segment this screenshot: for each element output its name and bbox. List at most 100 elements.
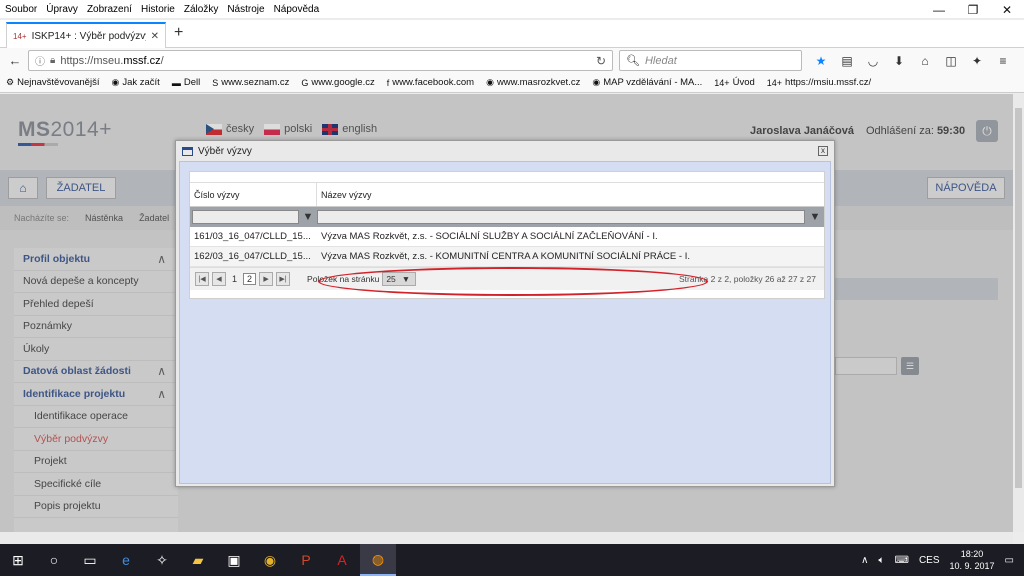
navigation-bar: ← ⓘ 🔒︎ https://mseu.mssf.cz/ ↻ 🔍︎ Hledat…: [0, 48, 1024, 73]
bookmark-icon: ▬: [171, 77, 181, 88]
bookmark-item[interactable]: 14+ Úvod: [714, 77, 754, 88]
menu-bar: Soubor Úpravy Zobrazení Historie Záložky Nást…: [0, 0, 1024, 18]
bookmark-label: Dell: [183, 77, 201, 88]
bookmark-label: www.google.cz: [311, 77, 375, 88]
bookmark-icon: G: [301, 77, 309, 88]
system-tray: ∧ 🔈︎ ⌨ CES 18:20 10. 9. 2017 ▭: [861, 544, 1024, 576]
windows-start-icon[interactable]: ⊞: [0, 544, 36, 576]
menu-item[interactable]: Záložky: [179, 4, 222, 15]
highlight-ellipse: [318, 267, 708, 296]
menu-icon[interactable]: ≡: [990, 50, 1016, 71]
bookmark-item[interactable]: Swww.seznam.cz: [212, 77, 289, 88]
bookmark-label: www.seznam.cz: [221, 77, 290, 88]
firefox-icon[interactable]: ◍: [360, 544, 396, 576]
table-row[interactable]: 161/03_16_047/CLLD_15... Výzva MAS Rozkvě…: [190, 227, 824, 247]
lock-icon: 🔒︎: [50, 55, 56, 66]
app-icon[interactable]: ✧: [144, 544, 180, 576]
bookmark-item[interactable]: ◉ www.masrozkvet.cz: [486, 77, 580, 88]
search-icon[interactable]: ○: [36, 544, 72, 576]
extension-icon[interactable]: ✦: [964, 50, 990, 71]
menu-item[interactable]: Historie: [136, 4, 179, 15]
home-icon[interactable]: ⌂: [912, 50, 938, 71]
bookmark-label: Úvod: [732, 77, 755, 88]
filter-icon[interactable]: ▼: [302, 211, 314, 223]
cell-cislo: 161/03_16_047/CLLD_15...: [194, 231, 311, 242]
chrome-icon[interactable]: ◉: [252, 544, 288, 576]
bookmark-label: Jak začít: [122, 77, 160, 88]
bookmark-icon: 14+: [714, 77, 730, 88]
bookmark-item[interactable]: f www.facebook.com: [387, 77, 474, 88]
page-number-1[interactable]: 1: [229, 274, 240, 284]
close-window-button[interactable]: ✕: [990, 0, 1024, 20]
dialog-close-icon[interactable]: x: [818, 146, 828, 156]
reload-icon[interactable]: ↻: [596, 54, 606, 68]
bookmark-item[interactable]: ▬ Dell: [172, 77, 200, 88]
bookmark-item[interactable]: ◉ MAP vzdělávání - MA...: [592, 77, 702, 88]
first-page-icon[interactable]: |◀: [195, 272, 209, 286]
column-header-nazev[interactable]: Název výzvy: [317, 183, 824, 206]
task-view-icon[interactable]: ▭: [72, 544, 108, 576]
bookmark-icon: ⚙: [6, 77, 15, 87]
bookmark-icon: ◉: [592, 77, 601, 87]
language-indicator[interactable]: CES: [919, 555, 940, 566]
vertical-scrollbar[interactable]: [1013, 94, 1024, 532]
volume-icon[interactable]: 🔈︎: [879, 555, 885, 566]
menu-item[interactable]: Nápověda: [269, 4, 324, 15]
back-button[interactable]: ←: [6, 52, 24, 70]
keyboard-icon[interactable]: ⌨: [895, 555, 909, 566]
edge-icon[interactable]: e: [108, 544, 144, 576]
clock[interactable]: 18:20 10. 9. 2017: [950, 548, 995, 572]
page-number-2[interactable]: 2: [243, 273, 257, 285]
reading-list-icon[interactable]: ▤: [834, 50, 860, 71]
store-icon[interactable]: ▣: [216, 544, 252, 576]
notifications-icon[interactable]: ▭: [1005, 555, 1014, 566]
bookmark-item[interactable]: 14+ https://msiu.mssf.cz/: [767, 77, 871, 88]
minimize-button[interactable]: —: [922, 0, 956, 20]
file-explorer-icon[interactable]: ▰: [180, 544, 216, 576]
next-page-icon[interactable]: ▶: [259, 272, 274, 286]
taskbar: ⊞ ○ ▭ e ✧ ▰ ▣ ◉ P A ◍ ∧ 🔈︎ ⌨ CES 18:20 10…: [0, 544, 1024, 576]
menu-item[interactable]: Úpravy: [41, 4, 82, 15]
bookmark-item[interactable]: Gwww.google.cz: [301, 77, 374, 88]
pocket-icon[interactable]: ◡: [860, 50, 886, 71]
bookmarks-bar: ⚙ Nejnavštěvovanější ◉ Jak začít ▬ Dell Swww.s…: [0, 73, 1024, 93]
tab-close-icon[interactable]: ✕: [151, 31, 159, 42]
bookmark-label: MAP vzdělávání - MA...: [603, 77, 703, 88]
download-icon[interactable]: ⬇: [886, 50, 912, 71]
info-icon[interactable]: ⓘ: [35, 53, 45, 68]
table-row[interactable]: 162/03_16_047/CLLD_15... Výzva MAS Rozkvě…: [190, 247, 824, 267]
search-placeholder: Hledat: [644, 54, 677, 67]
bookmark-star-icon[interactable]: ★: [808, 50, 834, 71]
vyber-vyzvy-dialog: Výběr výzvy x Číslo výzvy Název výzvy ▼ …: [175, 140, 835, 487]
bookmark-icon: f: [386, 77, 390, 88]
powerpoint-icon[interactable]: P: [288, 544, 324, 576]
menu-item[interactable]: Zobrazení: [82, 4, 136, 15]
filter-input-cislo[interactable]: [192, 210, 299, 224]
filter-input-nazev[interactable]: [317, 210, 805, 224]
cell-cislo: 162/03_16_047/CLLD_15...: [194, 251, 311, 262]
bookmark-label: www.masrozkvet.cz: [496, 77, 581, 88]
filter-icon[interactable]: ▼: [809, 211, 821, 223]
dialog-body: Číslo výzvy Název výzvy ▼ ▼ 161/03_16_04…: [179, 161, 831, 484]
address-bar[interactable]: ⓘ 🔒︎ https://mseu.mssf.cz/ ↻: [28, 50, 613, 71]
column-header-cislo[interactable]: Číslo výzvy: [190, 183, 317, 206]
dialog-title: Výběr výzvy: [198, 145, 252, 157]
dialog-titlebar: Výběr výzvy: [176, 141, 834, 161]
tab-active[interactable]: 14+ ISKP14+ : Výběr podvýzvy ✕: [6, 22, 166, 48]
horizontal-scrollbar[interactable]: [0, 532, 1013, 544]
scrollbar-thumb[interactable]: [1015, 108, 1022, 488]
menu-item[interactable]: Soubor: [0, 4, 41, 15]
bookmark-label: www.facebook.com: [392, 77, 475, 88]
restore-button[interactable]: ❐: [956, 0, 990, 20]
acrobat-icon[interactable]: A: [324, 544, 360, 576]
bookmark-item[interactable]: ◉ Jak začít: [111, 77, 159, 88]
vyzva-grid: Číslo výzvy Název výzvy ▼ ▼ 161/03_16_04…: [189, 171, 825, 299]
menu-item[interactable]: Nástroje: [222, 4, 268, 15]
last-page-icon[interactable]: ▶|: [276, 272, 291, 286]
prev-page-icon[interactable]: ◀: [212, 272, 226, 286]
bookmark-item[interactable]: ⚙ Nejnavštěvovanější: [6, 77, 99, 88]
search-input[interactable]: 🔍︎ Hledat: [619, 50, 802, 71]
screenshot-icon[interactable]: ◫: [938, 50, 964, 71]
new-tab-button[interactable]: +: [174, 24, 183, 42]
tray-chevron-up-icon[interactable]: ∧: [861, 555, 868, 566]
